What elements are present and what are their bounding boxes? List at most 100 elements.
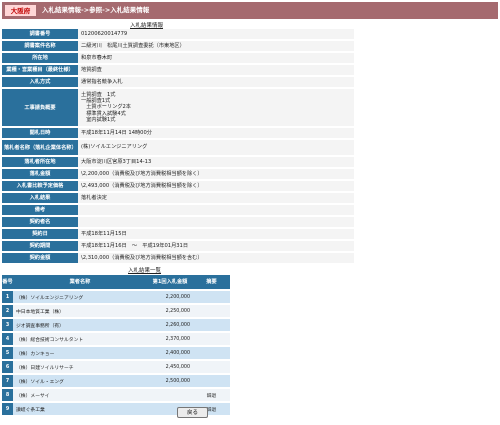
result-bid-amount: 2,450,000 bbox=[147, 361, 193, 373]
detail-row: 契約者名 bbox=[2, 217, 354, 227]
result-number: 6 bbox=[2, 361, 13, 373]
detail-row: 入札方式 通常指名競争入札 bbox=[2, 77, 354, 87]
result-number: 3 bbox=[2, 319, 13, 331]
result-number: 8 bbox=[2, 389, 13, 401]
result-company-name: （株）ソイル・エング bbox=[13, 375, 147, 387]
detail-value: 和泉市春木町 bbox=[78, 53, 354, 63]
detail-row: 入札書比較予定価格 \2,493,000（消費税及び地方消費税相当額を除く） bbox=[2, 181, 354, 191]
result-company-name: ジオ調査事務所（有） bbox=[13, 319, 147, 331]
detail-value bbox=[78, 205, 354, 215]
detail-label: 調書番号 bbox=[2, 29, 78, 39]
result-remark bbox=[193, 361, 230, 373]
detail-value: 01200620014779 bbox=[78, 29, 354, 39]
breadcrumb: 入札結果情報->参照->入札結果情報 bbox=[42, 6, 150, 14]
result-company-name: （株）総合技術コンサルタント bbox=[13, 333, 147, 345]
detail-label: 入札結果 bbox=[2, 193, 78, 203]
detail-row: 所在地 和泉市春木町 bbox=[2, 53, 354, 63]
table-row: 7 （株）ソイル・エング 2,500,000 bbox=[2, 375, 230, 387]
detail-value-line: 室内試験1式 bbox=[81, 116, 116, 123]
result-remark bbox=[193, 333, 230, 345]
detail-label: 開札日時 bbox=[2, 128, 78, 138]
result-number: 2 bbox=[2, 305, 13, 317]
col-header-number: 番号 bbox=[2, 275, 13, 289]
detail-row: 調書案件名称 二級河川 松尾川土質調査委託（市東地区） bbox=[2, 41, 354, 51]
detail-label: 落札者所在地 bbox=[2, 157, 78, 167]
detail-value: \2,493,000（消費税及び地方消費税相当額を除く） bbox=[78, 181, 354, 191]
detail-label: 所在地 bbox=[2, 53, 78, 63]
result-remark bbox=[193, 347, 230, 359]
result-remark bbox=[193, 319, 230, 331]
detail-row: 落札金額 \2,200,000（消費税及び地方消費税相当額を除く） bbox=[2, 169, 354, 179]
page-header-bar: 大阪府 入札結果情報->参照->入札結果情報 bbox=[2, 2, 498, 19]
back-button[interactable]: 戻る bbox=[177, 407, 208, 418]
detail-value: 落札者決定 bbox=[78, 193, 354, 203]
result-number: 4 bbox=[2, 333, 13, 345]
result-bid-amount: 2,370,000 bbox=[147, 333, 193, 345]
table-row: 6 （株）日建ソイルリサーチ 2,450,000 bbox=[2, 361, 230, 373]
bid-result-table: 番号 業者名称 第1回入札金額 摘要 1 （株）ソイルエンジニアリング 2,200,… bbox=[2, 273, 230, 417]
detail-label: 調書案件名称 bbox=[2, 41, 78, 51]
result-company-name: （株）ソイルエンジニアリング bbox=[13, 291, 147, 303]
detail-value: \2,200,000（消費税及び地方消費税相当額を除く） bbox=[78, 169, 354, 179]
detail-row: 調書番号 01200620014779 bbox=[2, 29, 354, 39]
detail-label: 契約期間 bbox=[2, 241, 78, 251]
result-number: 1 bbox=[2, 291, 13, 303]
result-bid-amount: 2,250,000 bbox=[147, 305, 193, 317]
detail-row: 開札日時 平成18年11月14日 14時00分 bbox=[2, 128, 354, 138]
detail-value-multiline: 土質調査 1式 一般調査1式 土質ボーリング2本 標準貫入試験4式 室内試験1式 bbox=[78, 89, 354, 126]
detail-value: 大阪市淀川区宮原3丁目14-13 bbox=[78, 157, 354, 167]
table-row: 1 （株）ソイルエンジニアリング 2,200,000 bbox=[2, 291, 230, 303]
detail-value: 通常指名競争入札 bbox=[78, 77, 354, 87]
detail-value: 平成18年11月15日 bbox=[78, 229, 354, 239]
detail-row: 契約日 平成18年11月15日 bbox=[2, 229, 354, 239]
result-company-name: （株）カンキョー bbox=[13, 347, 147, 359]
col-header-amount: 第1回入札金額 bbox=[147, 275, 193, 289]
result-remark bbox=[193, 375, 230, 387]
bid-detail-table: 調書番号 01200620014779 調書案件名称 二級河川 松尾川土質調査委託（市… bbox=[2, 27, 354, 265]
result-company-name: （株）メーサイ bbox=[13, 389, 147, 401]
detail-label: 落札金額 bbox=[2, 169, 78, 179]
result-header-row: 番号 業者名称 第1回入札金額 摘要 bbox=[2, 275, 230, 289]
result-bid-amount: 2,400,000 bbox=[147, 347, 193, 359]
result-bid-amount bbox=[147, 389, 193, 401]
detail-row: 備考 bbox=[2, 205, 354, 215]
detail-label: 落札者名称（落札企業体名称） bbox=[2, 140, 78, 155]
detail-row: 契約期間 平成18年11月16日 ～ 平成19年01月31日 bbox=[2, 241, 354, 251]
result-remark bbox=[193, 291, 230, 303]
detail-row: 入札結果 落札者決定 bbox=[2, 193, 354, 203]
detail-value: 平成18年11月16日 ～ 平成19年01月31日 bbox=[78, 241, 354, 251]
result-remark bbox=[193, 305, 230, 317]
result-company-name: （株）日建ソイルリサーチ bbox=[13, 361, 147, 373]
col-header-remark: 摘要 bbox=[193, 275, 230, 289]
detail-value: \2,310,000（消費税及び地方消費税相当額を含む） bbox=[78, 253, 354, 263]
detail-label: 入札書比較予定価格 bbox=[2, 181, 78, 191]
result-remark: 辞退 bbox=[193, 389, 230, 401]
detail-label: 業種・営業種目（最終仕様） bbox=[2, 65, 78, 75]
detail-row: 落札者所在地 大阪市淀川区宮原3丁目14-13 bbox=[2, 157, 354, 167]
table-row: 5 （株）カンキョー 2,400,000 bbox=[2, 347, 230, 359]
detail-row: 落札者名称（落札企業体名称） (株)ソイルエンジニアリング bbox=[2, 140, 354, 155]
col-header-company: 業者名称 bbox=[13, 275, 147, 289]
detail-label: 契約者名 bbox=[2, 217, 78, 227]
detail-value: 二級河川 松尾川土質調査委託（市東地区） bbox=[78, 41, 354, 51]
detail-value: 地質調査 bbox=[78, 65, 354, 75]
detail-value: 平成18年11月14日 14時00分 bbox=[78, 128, 354, 138]
table-row: 4 （株）総合技術コンサルタント 2,370,000 bbox=[2, 333, 230, 345]
result-company-name: 讃岐ぐ条工業 bbox=[13, 403, 147, 415]
detail-label: 契約金額 bbox=[2, 253, 78, 263]
result-bid-amount: 2,260,000 bbox=[147, 319, 193, 331]
detail-value bbox=[78, 217, 354, 227]
detail-label: 工事請負概要 bbox=[2, 89, 78, 126]
detail-row: 業種・営業種目（最終仕様） 地質調査 bbox=[2, 65, 354, 75]
table-row: 3 ジオ調査事務所（有） 2,260,000 bbox=[2, 319, 230, 331]
result-bid-amount: 2,200,000 bbox=[147, 291, 193, 303]
table-row: 8 （株）メーサイ 辞退 bbox=[2, 389, 230, 401]
result-company-name: 中日本地質工業（株） bbox=[13, 305, 147, 317]
detail-value: (株)ソイルエンジニアリング bbox=[78, 140, 354, 155]
detail-label: 備考 bbox=[2, 205, 78, 215]
result-number: 5 bbox=[2, 347, 13, 359]
table-row: 2 中日本地質工業（株） 2,250,000 bbox=[2, 305, 230, 317]
detail-label: 契約日 bbox=[2, 229, 78, 239]
detail-row: 契約金額 \2,310,000（消費税及び地方消費税相当額を含む） bbox=[2, 253, 354, 263]
detail-row: 工事請負概要 土質調査 1式 一般調査1式 土質ボーリング2本 標準貫入試験4式 室… bbox=[2, 89, 354, 126]
